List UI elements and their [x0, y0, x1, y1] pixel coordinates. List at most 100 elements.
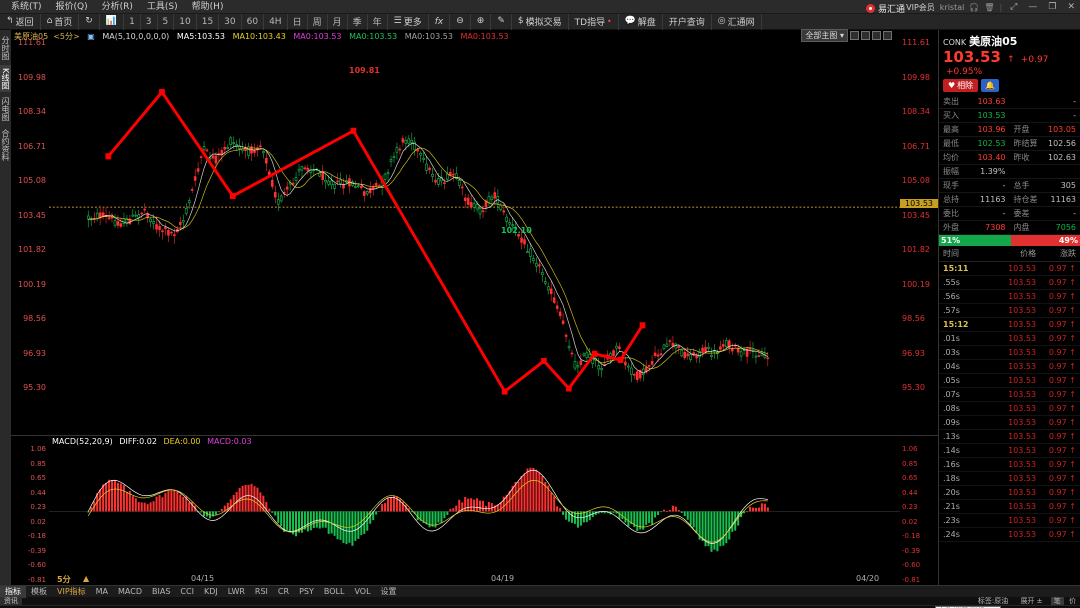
macd-dea: DEA:0.00: [163, 437, 201, 446]
headset-icon[interactable]: 🎧: [969, 3, 979, 12]
open-account-button[interactable]: 开户查询: [663, 13, 712, 30]
pencil-line-icon: ✎: [497, 16, 505, 26]
tick-row[interactable]: .57s 103.53 0.97 ↑: [939, 304, 1080, 318]
remove-favorite-button[interactable]: ♥ 相除: [943, 79, 979, 92]
tick-row[interactable]: .23s 103.53 0.97 ↑: [939, 514, 1080, 528]
back-button[interactable]: ↰ 返回: [0, 13, 41, 30]
tick-row[interactable]: .56s 103.53 0.97 ↑: [939, 290, 1080, 304]
period-1[interactable]: 1: [124, 13, 141, 30]
tick-row[interactable]: .05s 103.53 0.97 ↑: [939, 374, 1080, 388]
period-year[interactable]: 年: [368, 13, 388, 30]
indicator-tab-MACD[interactable]: MACD: [113, 586, 147, 598]
x-tick-2: 04/19: [491, 574, 515, 583]
tick-row[interactable]: 15:11 103.53 0.97 ↑: [939, 262, 1080, 276]
vtab-contract-info[interactable]: 合约资料: [0, 126, 11, 164]
indicator-tab-CCI[interactable]: CCI: [175, 586, 199, 598]
minimize-button[interactable]: —: [1025, 2, 1040, 12]
indicator-tab-PSY[interactable]: PSY: [294, 586, 319, 598]
tick-row[interactable]: .55s 103.53 0.97 ↑: [939, 276, 1080, 290]
tick-row[interactable]: .03s 103.53 0.97 ↑: [939, 346, 1080, 360]
tick-change: 0.97 ↑: [1048, 390, 1076, 399]
indicator-tab-LWR[interactable]: LWR: [223, 586, 250, 598]
tick-row[interactable]: .18s 103.53 0.97 ↑: [939, 472, 1080, 486]
tick-list[interactable]: 15:11 103.53 0.97 ↑ .55s 103.53 0.97 ↑ .56s 103…: [939, 262, 1080, 585]
macd-tick: 0.65: [902, 474, 918, 482]
refresh-button[interactable]: ↻: [79, 13, 100, 30]
tick-row[interactable]: .16s 103.53 0.97 ↑: [939, 458, 1080, 472]
formula-button[interactable]: fx: [429, 13, 451, 30]
indicator-tab-VOL[interactable]: VOL: [349, 586, 375, 598]
macd-plot[interactable]: [49, 436, 900, 571]
zoom-in-button[interactable]: ⊕: [471, 13, 492, 30]
tick-row[interactable]: .09s 103.53 0.97 ↑: [939, 416, 1080, 430]
sim-trade-button[interactable]: $ 模拟交易: [512, 13, 569, 30]
period-badge[interactable]: 5分: [57, 574, 71, 585]
period-30[interactable]: 30: [219, 13, 242, 30]
layout-3-icon[interactable]: [872, 31, 881, 40]
td-guide-button[interactable]: TD指导 •: [569, 13, 619, 30]
period-month[interactable]: 月: [328, 13, 348, 30]
period-15[interactable]: 15: [197, 13, 220, 30]
tick-row[interactable]: .07s 103.53 0.97 ↑: [939, 388, 1080, 402]
menu-item-help[interactable]: 帮助(H): [185, 0, 231, 14]
alert-button[interactable]: 🔔: [981, 79, 1000, 92]
tick-row[interactable]: 15:12 103.53 0.97 ↑: [939, 318, 1080, 332]
menu-item-system[interactable]: 系统(T): [4, 0, 49, 14]
draw-tool-button[interactable]: ✎: [491, 13, 512, 30]
tick-row[interactable]: .21s 103.53 0.97 ↑: [939, 500, 1080, 514]
layout-1-icon[interactable]: [850, 31, 859, 40]
maximize-button[interactable]: ❐: [1045, 2, 1059, 12]
vtab-kline[interactable]: K线图: [0, 65, 11, 93]
indicator-tab-VIP指标[interactable]: VIP指标: [52, 586, 91, 598]
indicator-tab-BOLL[interactable]: BOLL: [319, 586, 350, 598]
tick-row[interactable]: .04s 103.53 0.97 ↑: [939, 360, 1080, 374]
tick-row[interactable]: .01s 103.53 0.97 ↑: [939, 332, 1080, 346]
tick-row[interactable]: .20s 103.53 0.97 ↑: [939, 486, 1080, 500]
indicator-tab-CR[interactable]: CR: [273, 586, 294, 598]
more-button[interactable]: ☰ 更多: [388, 13, 429, 30]
trash-icon[interactable]: 🗑: [984, 3, 994, 12]
indicator-tab-BIAS[interactable]: BIAS: [147, 586, 175, 598]
expand-toggle[interactable]: 展开 ±: [1020, 597, 1042, 605]
period-10[interactable]: 10: [174, 13, 197, 30]
overlay-select[interactable]: 全部主图 ▾: [801, 29, 848, 42]
tick-row[interactable]: .24s 103.53 0.97 ↑: [939, 528, 1080, 542]
period-4h[interactable]: 4H: [264, 13, 288, 30]
price-toggle[interactable]: 价: [1069, 597, 1076, 605]
indicator-tab-指标[interactable]: 指标: [0, 585, 26, 598]
tick-row[interactable]: .08s 103.53 0.97 ↑: [939, 402, 1080, 416]
macd-diff: DIFF:0.02: [119, 437, 157, 446]
pen-toggle[interactable]: 笔: [1050, 597, 1064, 605]
period-week[interactable]: 周: [308, 13, 328, 30]
period-quarter[interactable]: 季: [348, 13, 368, 30]
home-button[interactable]: ⌂ 首页: [41, 13, 80, 30]
zoom-out-button[interactable]: ⊖: [450, 13, 471, 30]
layout-4-icon[interactable]: [883, 31, 892, 40]
layout-2-icon[interactable]: [861, 31, 870, 40]
ma-settings-icon[interactable]: ▣: [87, 32, 95, 41]
menu-item-analysis[interactable]: 分析(R): [95, 0, 140, 14]
close-button[interactable]: ✕: [1064, 2, 1078, 12]
news-tab[interactable]: 资讯: [0, 597, 22, 605]
chart-type-button[interactable]: 📊: [100, 13, 125, 30]
indicator-tab-设置[interactable]: 设置: [376, 586, 402, 598]
indicator-tab-KDJ[interactable]: KDJ: [199, 586, 223, 598]
period-3[interactable]: 3: [141, 13, 158, 30]
vtab-timeshare[interactable]: 分时图: [0, 33, 11, 63]
indicator-tab-MA[interactable]: MA: [91, 586, 113, 598]
menu-item-tools[interactable]: 工具(S): [140, 0, 185, 14]
indicator-tab-模板[interactable]: 模板: [26, 586, 52, 598]
period-60[interactable]: 60: [242, 13, 265, 30]
menu-item-quotes[interactable]: 报价(Q): [49, 0, 95, 14]
vtab-lightning[interactable]: 闪电图: [0, 94, 11, 124]
restore-small-icon[interactable]: ⤢: [1007, 2, 1020, 12]
website-button[interactable]: ◎ 汇通网: [712, 13, 762, 30]
tick-row[interactable]: .13s 103.53 0.97 ↑: [939, 430, 1080, 444]
scroll-up-icon[interactable]: ▲: [83, 574, 89, 583]
tick-row[interactable]: .14s 103.53 0.97 ↑: [939, 444, 1080, 458]
tick-change: 0.97 ↑: [1048, 320, 1076, 329]
analysis-button[interactable]: 💬 解盘: [619, 13, 663, 30]
period-5[interactable]: 5: [158, 13, 175, 30]
indicator-tab-RSI[interactable]: RSI: [250, 586, 273, 598]
period-day[interactable]: 日: [288, 13, 308, 30]
